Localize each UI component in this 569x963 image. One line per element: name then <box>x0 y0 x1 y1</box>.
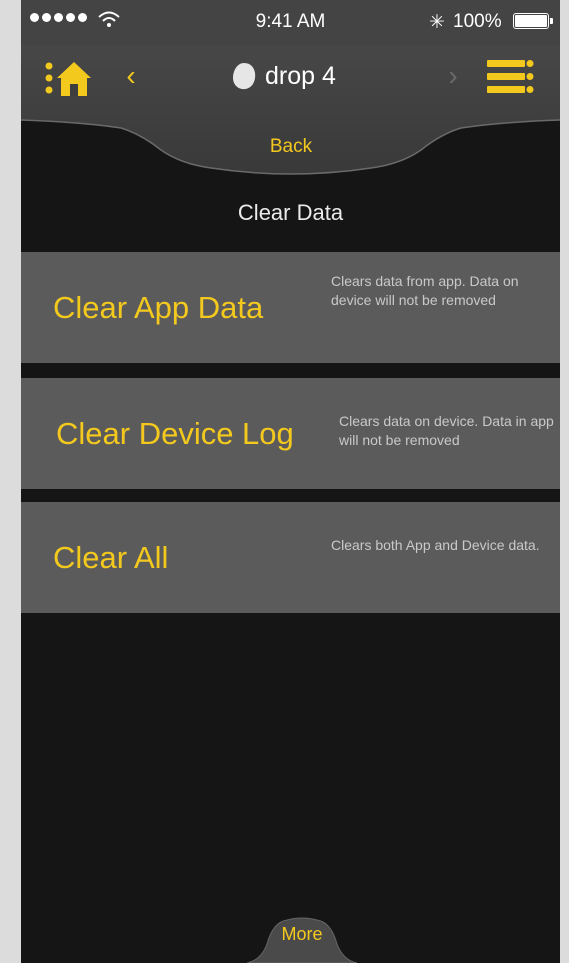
chevron-right-icon[interactable]: › <box>441 58 465 94</box>
drop-icon <box>233 63 256 90</box>
option-label: Clear Device Log <box>56 415 294 451</box>
chevron-left-icon[interactable]: ‹ <box>119 58 143 94</box>
clear-all-button[interactable]: Clear All Clears both App and Device dat… <box>21 502 560 613</box>
page-title: Clear Data <box>237 200 344 225</box>
option-description: Clears data from app. Data on device wil… <box>331 273 519 308</box>
nav-bar: ‹ drop 4 › Back <box>21 46 560 176</box>
device-name: drop 4 <box>265 61 336 90</box>
battery-percentage: 100% <box>453 11 502 32</box>
status-bar: 9:41 AM ✳ 100% <box>21 0 560 46</box>
option-description: Clears both App and Device data. <box>331 537 540 553</box>
option-label: Clear App Data <box>53 289 264 325</box>
device-title[interactable]: drop 4 <box>231 58 336 94</box>
back-button[interactable]: Back <box>201 132 381 162</box>
home-icon[interactable] <box>43 56 93 100</box>
option-label: Clear All <box>53 539 169 575</box>
more-label: More <box>281 924 323 944</box>
app-screen: 9:41 AM ✳ 100% ‹ drop 4 › Back Clear Dat… <box>21 0 560 963</box>
battery-icon <box>513 13 553 29</box>
menu-icon[interactable] <box>487 56 535 98</box>
clear-device-log-button[interactable]: Clear Device Log Clears data on device. … <box>21 378 560 489</box>
more-tab[interactable]: More <box>247 904 357 963</box>
bluetooth-icon: ✳ <box>429 12 445 33</box>
clear-app-data-button[interactable]: Clear App Data Clears data from app. Dat… <box>21 252 560 363</box>
option-description: Clears data on device. Data in app will … <box>339 413 554 448</box>
